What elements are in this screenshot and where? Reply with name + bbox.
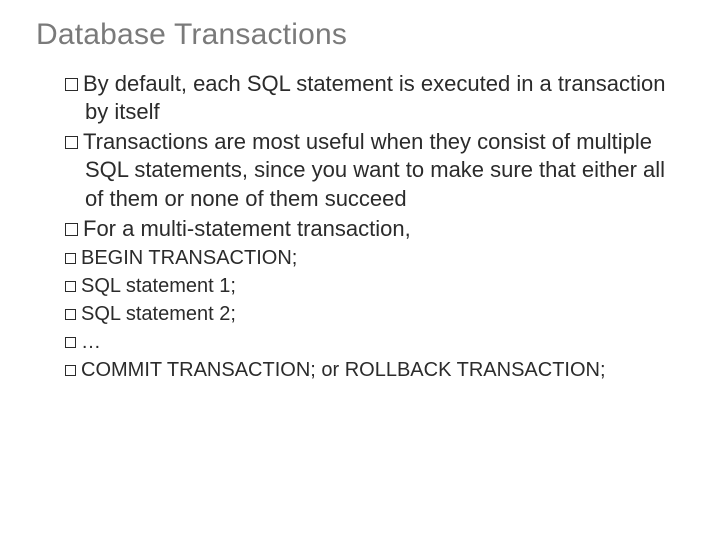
bullet-level2: SQL statement 1; <box>36 273 684 299</box>
bullet-text: SQL statement 1; <box>81 275 236 297</box>
square-bullet-icon <box>65 337 76 348</box>
bullet-text: Transactions are most useful when they c… <box>83 129 665 210</box>
bullet-level2: BEGIN TRANSACTION; <box>36 245 684 271</box>
bullet-text: BEGIN TRANSACTION; <box>81 247 297 269</box>
bullet-level2: COMMIT TRANSACTION; or ROLLBACK TRANSACT… <box>36 357 684 383</box>
bullet-level1: Transactions are most useful when they c… <box>36 128 684 212</box>
bullet-level2: SQL statement 2; <box>36 301 684 327</box>
square-bullet-icon <box>65 78 78 91</box>
square-bullet-icon <box>65 223 78 236</box>
slide-title: Database Transactions <box>36 18 684 52</box>
square-bullet-icon <box>65 253 76 264</box>
square-bullet-icon <box>65 136 78 149</box>
bullet-text: By default, each SQL statement is execut… <box>83 71 666 124</box>
bullet-level2: … <box>36 329 684 355</box>
square-bullet-icon <box>65 281 76 292</box>
bullet-text: SQL statement 2; <box>81 303 236 325</box>
bullet-text: … <box>81 331 101 353</box>
bullet-level1: For a multi-statement transaction, <box>36 215 684 243</box>
bullet-level1: By default, each SQL statement is execut… <box>36 70 684 126</box>
square-bullet-icon <box>65 309 76 320</box>
bullet-text: For a multi-statement transaction, <box>83 216 411 241</box>
square-bullet-icon <box>65 365 76 376</box>
bullet-text: COMMIT TRANSACTION; or ROLLBACK TRANSACT… <box>81 359 606 381</box>
bullet-list: By default, each SQL statement is execut… <box>36 70 684 383</box>
